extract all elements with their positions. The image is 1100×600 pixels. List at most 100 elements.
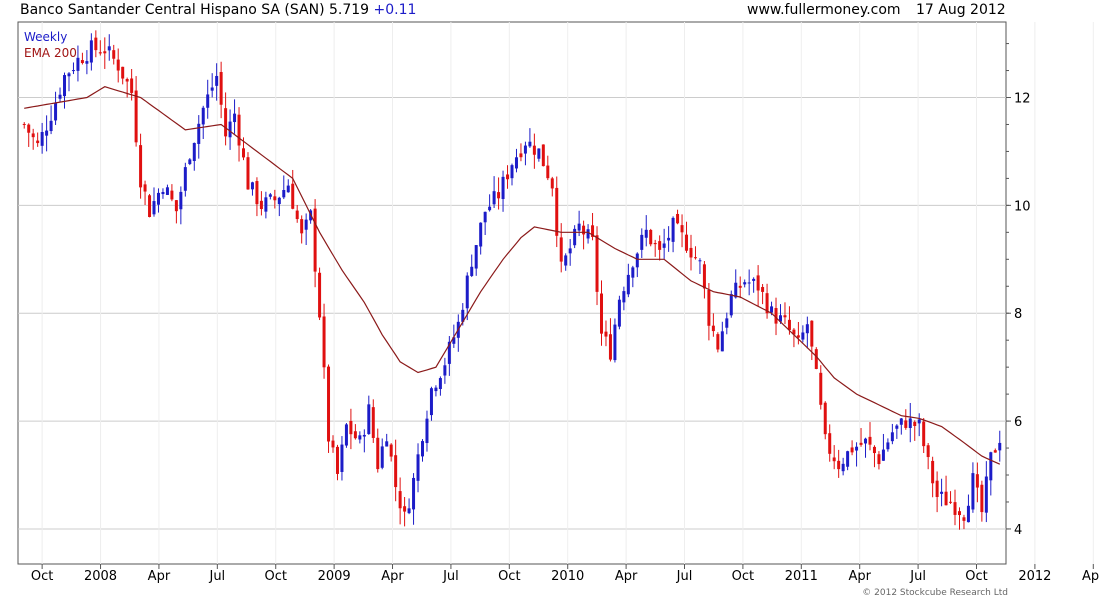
- candle-body: [295, 210, 299, 220]
- candle-body: [27, 124, 31, 133]
- candle-body: [832, 457, 836, 462]
- x-tick-label: Oct: [31, 569, 53, 584]
- candle-body: [707, 289, 711, 326]
- candle-body: [380, 446, 384, 468]
- candle-body: [49, 120, 53, 132]
- candle-body: [935, 480, 939, 498]
- candle-body: [850, 447, 854, 453]
- candle-body: [805, 324, 809, 334]
- candle-body: [300, 219, 304, 234]
- candle-body: [667, 237, 671, 241]
- candle-body: [980, 484, 984, 513]
- candle-body: [291, 183, 295, 209]
- candle-body: [586, 229, 590, 239]
- x-tick-label: Apr: [1082, 569, 1100, 584]
- x-tick-label: Oct: [264, 569, 286, 584]
- candle-body: [156, 192, 160, 205]
- candle-body: [398, 491, 402, 509]
- candle-body: [80, 60, 84, 64]
- candle-body: [653, 243, 657, 245]
- candle-body: [161, 192, 165, 195]
- candle-body: [353, 431, 357, 439]
- candle-body: [412, 477, 416, 510]
- candle-body: [201, 107, 205, 125]
- candle-body: [358, 435, 362, 440]
- candle-body: [228, 121, 232, 138]
- candle-body: [528, 141, 532, 147]
- candle-body: [501, 176, 505, 200]
- candle-body: [846, 451, 850, 467]
- candle-body: [286, 185, 290, 193]
- candle-body: [165, 187, 169, 195]
- candle-body: [322, 316, 326, 368]
- candle-body: [344, 424, 348, 446]
- x-tick-label: Apr: [615, 569, 638, 584]
- candle-body: [617, 299, 621, 327]
- candle-body: [224, 108, 228, 137]
- candle-body: [54, 102, 58, 121]
- candle-body: [595, 235, 599, 292]
- candle-body: [179, 191, 183, 210]
- candle-body: [537, 148, 541, 159]
- candle-body: [219, 72, 223, 105]
- x-tick-label: Apr: [148, 569, 171, 584]
- x-tick-label: Jul: [909, 569, 926, 584]
- candle-body: [470, 266, 474, 276]
- candle-body: [962, 517, 966, 521]
- candle-body: [210, 87, 214, 91]
- candle-body: [971, 473, 975, 510]
- candle-body: [76, 57, 80, 71]
- candle-body: [998, 442, 1002, 451]
- plot-area: [17, 21, 1007, 565]
- candle-body: [720, 331, 724, 352]
- candle-body: [112, 50, 116, 59]
- legend-ema: EMA 200: [24, 46, 77, 60]
- candle-body: [613, 324, 617, 361]
- candle-body: [568, 248, 572, 254]
- candle-body: [984, 476, 988, 513]
- candle-body: [215, 75, 219, 86]
- candle-body: [689, 247, 693, 258]
- candle-body: [810, 320, 814, 347]
- candle-body: [904, 420, 908, 428]
- candle-body: [121, 66, 125, 79]
- candle-body: [671, 217, 675, 242]
- candle-body: [752, 278, 756, 281]
- y-tick-label: 12: [1014, 92, 1031, 107]
- legend-weekly: Weekly: [24, 30, 67, 44]
- candle-body: [170, 190, 174, 200]
- candle-body: [532, 145, 536, 155]
- candle-body: [510, 165, 514, 179]
- candle-body: [425, 418, 429, 444]
- candle-body: [206, 94, 210, 108]
- candle-body: [259, 200, 263, 210]
- candle-body: [125, 79, 129, 82]
- candle-body: [550, 178, 554, 189]
- candle-body: [152, 201, 156, 215]
- candle-body: [148, 195, 152, 218]
- candle-body: [22, 123, 26, 125]
- candle-body: [814, 349, 818, 369]
- candle-body: [734, 282, 738, 298]
- candle-body: [635, 253, 639, 268]
- x-tick-label: Jul: [208, 569, 225, 584]
- x-tick-label: Oct: [498, 569, 520, 584]
- candle-body: [188, 159, 192, 165]
- candle-body: [770, 306, 774, 313]
- candle-body: [881, 449, 885, 461]
- candle-body: [183, 167, 187, 191]
- candle-body: [989, 452, 993, 481]
- candle-body: [327, 366, 331, 442]
- candle-body: [318, 272, 322, 318]
- candle-body: [993, 450, 997, 453]
- candle-body: [268, 194, 272, 197]
- candle-body: [143, 184, 147, 192]
- candle-body: [949, 501, 953, 503]
- y-tick-label: 6: [1014, 415, 1022, 430]
- candle-body: [841, 463, 845, 472]
- candle-body: [492, 191, 496, 205]
- candle-body: [931, 460, 935, 484]
- y-tick-label: 4: [1014, 523, 1022, 538]
- candle-body: [434, 387, 438, 392]
- candle-body: [394, 455, 398, 488]
